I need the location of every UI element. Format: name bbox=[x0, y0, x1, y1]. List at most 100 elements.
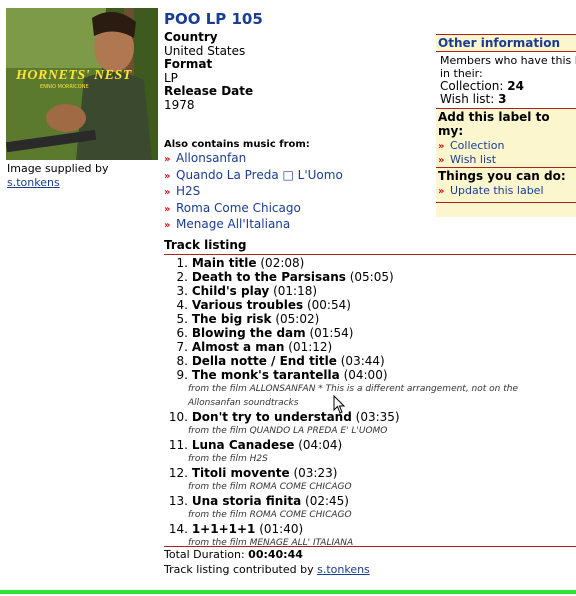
also-contains-label: Also contains music from: bbox=[164, 139, 310, 150]
also-item-link[interactable]: Menage All'Italiana bbox=[176, 217, 290, 231]
also-item[interactable]: » Quando La Preda □ L'Uomo bbox=[164, 168, 343, 185]
track-title: 1+1+1+1 bbox=[191, 522, 256, 536]
track-number: 9. bbox=[176, 368, 188, 382]
caption-user-link[interactable]: s.tonkens bbox=[7, 176, 108, 190]
image-caption: Image supplied by s.tonkens bbox=[7, 162, 108, 190]
track-note: from the film ROMA COME CHICAGO bbox=[188, 510, 352, 520]
track-number: 2. bbox=[176, 270, 188, 284]
track-number: 14. bbox=[168, 522, 188, 536]
track-duration: (05:02) bbox=[275, 312, 320, 326]
track-row: 2. Death to the Parsisans (05:05) bbox=[164, 270, 576, 284]
cover-subtitle-text: ENNIO MORRICONE bbox=[40, 84, 89, 90]
track-duration: (03:35) bbox=[355, 410, 400, 424]
update-label-link[interactable]: Update this label bbox=[450, 184, 544, 197]
also-item[interactable]: » Allonsanfan bbox=[164, 151, 343, 168]
track-note: Allonsanfan soundtracks bbox=[188, 398, 299, 408]
track-duration: (02:08) bbox=[260, 256, 305, 270]
footer-bar bbox=[0, 590, 576, 594]
track-title: The monk's tarantella bbox=[191, 368, 340, 382]
track-title: Child's play bbox=[191, 284, 270, 298]
track-title: The big risk bbox=[191, 312, 272, 326]
track-number: 6. bbox=[176, 326, 188, 340]
divider bbox=[164, 254, 576, 255]
track-duration: (05:05) bbox=[349, 270, 394, 284]
track-duration: (01:54) bbox=[309, 326, 354, 340]
track-row: 13. Una storia finita (02:45) bbox=[164, 494, 576, 508]
sidebar-footer bbox=[436, 203, 576, 217]
also-item-link[interactable]: Allonsanfan bbox=[176, 151, 246, 165]
contributor-line: Track listing contributed by s.tonkens bbox=[164, 563, 370, 576]
track-number: 3. bbox=[176, 284, 188, 298]
total-duration-value: 00:40:44 bbox=[248, 548, 303, 561]
format-label: Format bbox=[164, 57, 213, 71]
things-you-can-do-title: Things you can do: bbox=[436, 167, 576, 184]
cover-title-text: HORNETS' NEST bbox=[16, 68, 132, 83]
also-item-link[interactable]: Roma Come Chicago bbox=[176, 201, 301, 215]
update-label-item[interactable]: » Update this label bbox=[436, 184, 576, 203]
track-row: 3. Child's play (01:18) bbox=[164, 284, 576, 298]
members-box: Members who have this l in their: Collec… bbox=[436, 51, 576, 108]
also-item[interactable]: » Roma Come Chicago bbox=[164, 201, 343, 218]
also-item[interactable]: » Menage All'Italiana bbox=[164, 217, 343, 234]
track-duration: (04:04) bbox=[298, 438, 343, 452]
track-title: Death to the Parsisans bbox=[191, 270, 346, 284]
track-row: 8. Della notte / End title (03:44) bbox=[164, 354, 576, 368]
members-text: Members who have this l bbox=[440, 54, 576, 67]
track-duration: (03:23) bbox=[293, 466, 338, 480]
page-title: POO LP 105 bbox=[164, 10, 263, 28]
track-row: 7. Almost a man (01:12) bbox=[164, 340, 576, 354]
track-listing-title: Track listing bbox=[164, 238, 247, 252]
track-duration: (01:12) bbox=[288, 340, 333, 354]
add-wishlist-item[interactable]: » Wish list bbox=[436, 153, 576, 167]
contributor-user-link[interactable]: s.tonkens bbox=[317, 563, 370, 576]
release-details: POO LP 105 Country United States Format … bbox=[164, 10, 434, 112]
track-list: 1. Main title (02:08) 2. Death to the Pa… bbox=[164, 256, 576, 550]
track-row: 1. Main title (02:08) bbox=[164, 256, 576, 270]
track-duration: (00:54) bbox=[306, 298, 351, 312]
bullet-icon: » bbox=[438, 141, 445, 152]
wishlist-label: Wish list: bbox=[440, 92, 495, 106]
track-title: Don't try to understand bbox=[191, 410, 352, 424]
track-row: 12. Titoli movente (03:23) bbox=[164, 466, 576, 480]
also-item-link[interactable]: Quando La Preda □ L'Uomo bbox=[176, 168, 343, 182]
track-title: Luna Canadese bbox=[191, 438, 295, 452]
add-collection-link[interactable]: Collection bbox=[450, 139, 504, 152]
format-value: LP bbox=[164, 71, 178, 85]
track-note: from the film ALLONSANFAN * This is a di… bbox=[188, 384, 519, 394]
track-number: 8. bbox=[176, 354, 188, 368]
add-collection-item[interactable]: » Collection bbox=[436, 139, 576, 153]
sidebar-panel: Other information Members who have this … bbox=[436, 34, 576, 217]
also-contains-list: » Allonsanfan » Quando La Preda □ L'Uomo »… bbox=[164, 151, 343, 234]
track-duration: (02:45) bbox=[305, 494, 349, 508]
track-number: 7. bbox=[176, 340, 188, 354]
also-item-link[interactable]: H2S bbox=[176, 184, 200, 198]
bullet-icon: » bbox=[164, 170, 171, 182]
track-row: 4. Various troubles (00:54) bbox=[164, 298, 576, 312]
track-note: from the film QUANDO LA PREDA E' L'UOMO bbox=[188, 426, 388, 436]
release-date-label: Release Date bbox=[164, 84, 254, 98]
track-duration: (01:18) bbox=[273, 284, 318, 298]
track-number: 4. bbox=[176, 298, 188, 312]
caption-text: Image supplied by bbox=[7, 162, 109, 175]
add-wishlist-link[interactable]: Wish list bbox=[450, 153, 496, 166]
track-number: 5. bbox=[176, 312, 188, 326]
contributor-label: Track listing contributed by bbox=[164, 563, 314, 576]
track-title: Titoli movente bbox=[191, 466, 290, 480]
bullet-icon: » bbox=[438, 155, 445, 166]
bullet-icon: » bbox=[164, 220, 171, 231]
track-number: 11. bbox=[168, 438, 188, 452]
bullet-icon: » bbox=[164, 154, 171, 165]
track-title: Almost a man bbox=[191, 340, 285, 354]
also-item[interactable]: » H2S bbox=[164, 184, 343, 201]
track-note: from the film H2S bbox=[188, 454, 268, 464]
bullet-icon: » bbox=[164, 187, 171, 198]
wishlist-count: 3 bbox=[498, 92, 507, 106]
track-duration: (04:00) bbox=[343, 368, 388, 382]
total-duration: Total Duration: 00:40:44 bbox=[164, 548, 303, 561]
country-label: Country bbox=[164, 30, 218, 44]
track-title: Various troubles bbox=[191, 298, 304, 312]
track-title: Della notte / End title bbox=[191, 354, 337, 368]
track-row: 5. The big risk (05:02) bbox=[164, 312, 576, 326]
total-duration-label: Total Duration: bbox=[164, 548, 245, 561]
track-number: 12. bbox=[168, 466, 188, 480]
